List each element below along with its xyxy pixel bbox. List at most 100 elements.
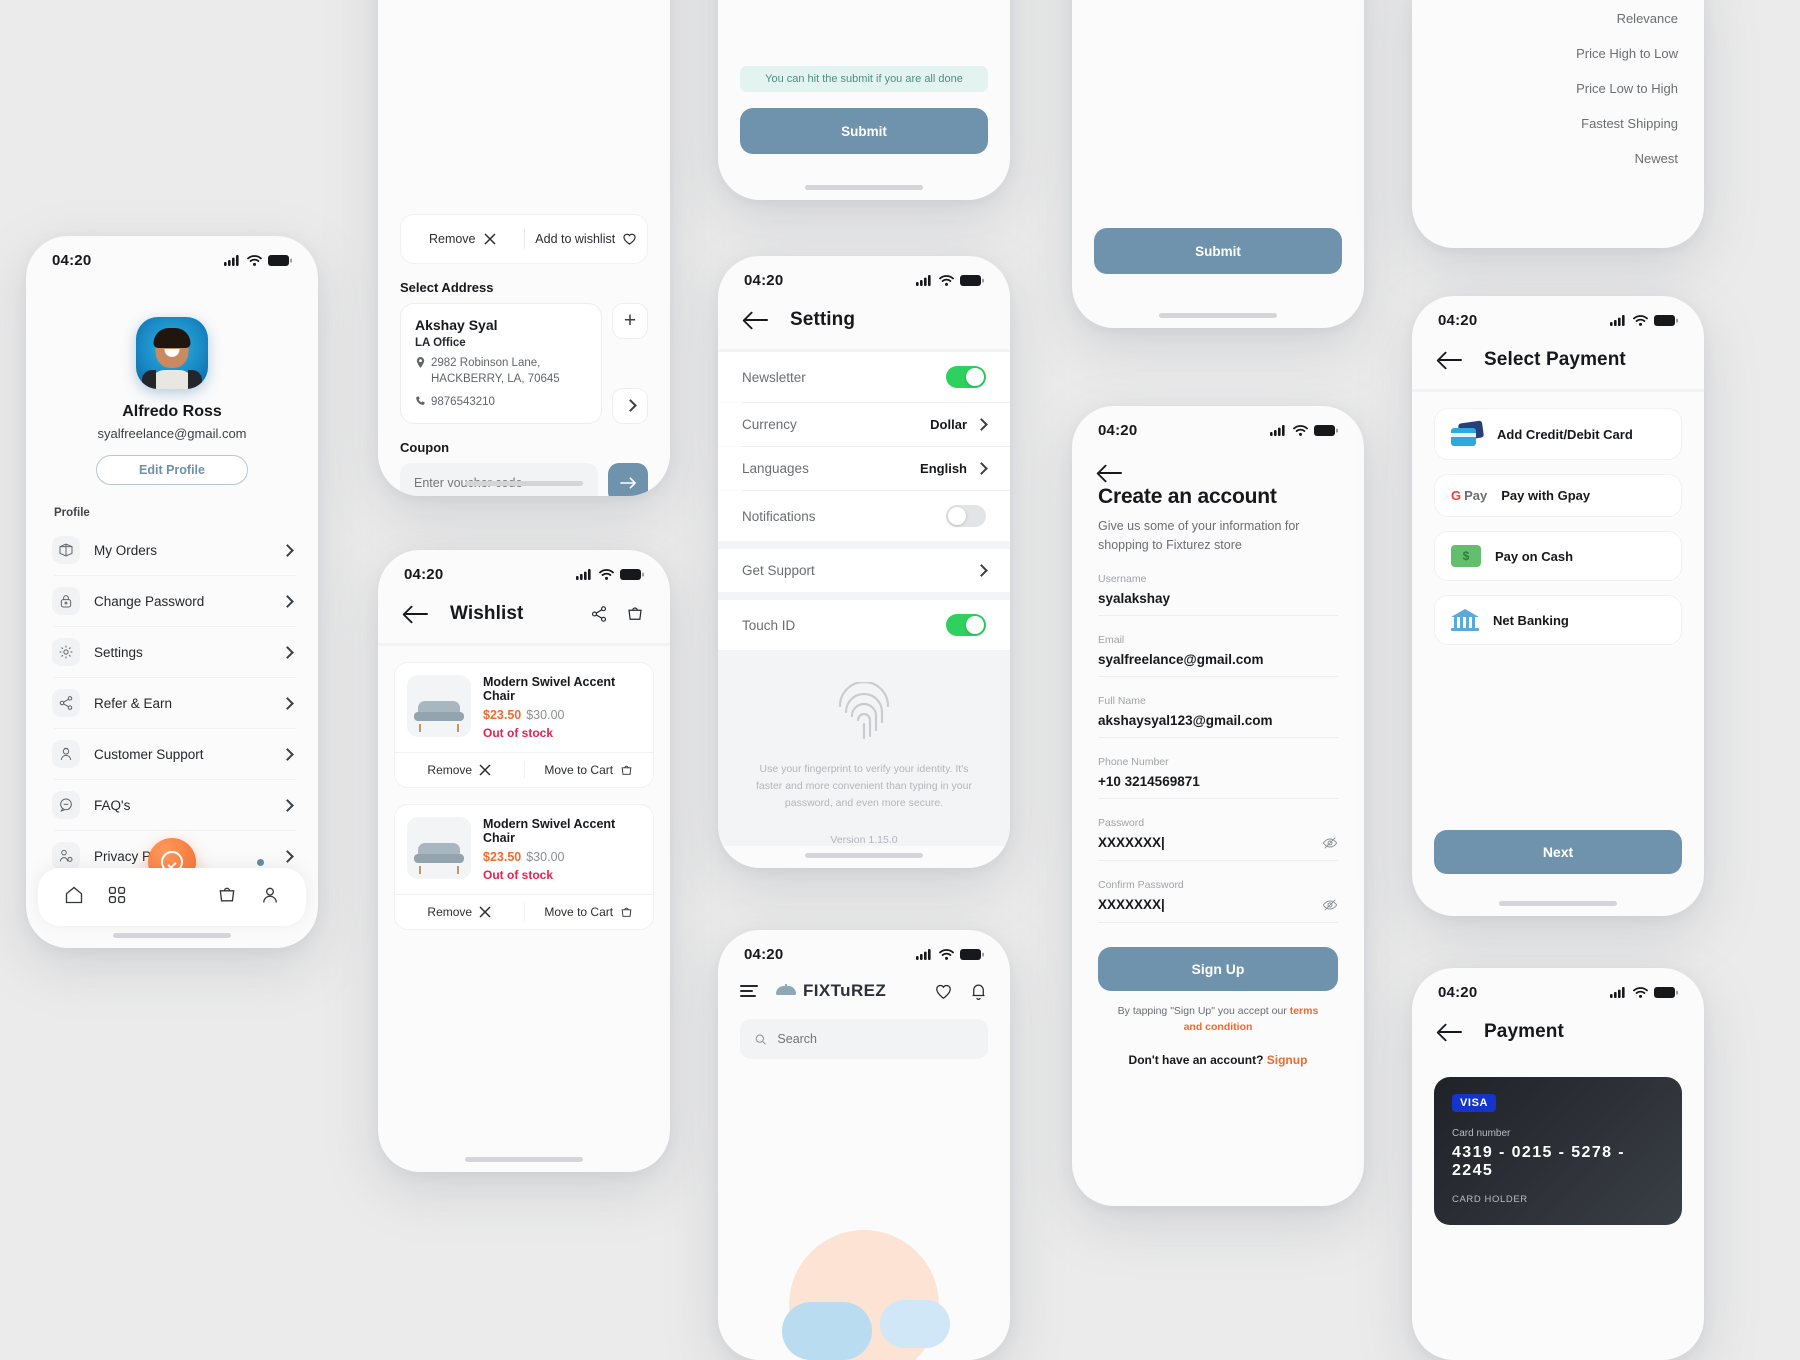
wifi-icon (1633, 315, 1648, 326)
setting-row-currency[interactable]: Currency Dollar (718, 403, 1010, 446)
search-box[interactable] (740, 1019, 988, 1059)
back-button[interactable] (1438, 350, 1464, 370)
tab-indicator-dot (257, 859, 264, 866)
search-input[interactable] (777, 1032, 974, 1046)
back-button[interactable] (1438, 1022, 1464, 1042)
profile-item-change-password[interactable]: Change Password (26, 576, 318, 626)
move-to-cart-button[interactable]: Move to Cart (525, 895, 654, 929)
setting-row-touch-id[interactable]: Touch ID (718, 600, 1010, 650)
headset-icon (60, 747, 72, 761)
status-icons (916, 949, 984, 960)
wishlist-list: Modern Swivel Accent Chair $23.50 $30.00 Ou… (378, 646, 670, 930)
apply-coupon-button[interactable] (608, 462, 648, 496)
payment-method-add-credit-debit-card[interactable]: Add Credit/Debit Card (1434, 408, 1682, 460)
move-to-cart-button[interactable]: Move to Cart (525, 753, 654, 787)
profile-item-my-orders[interactable]: My Orders (26, 525, 318, 575)
sort-option-fastest-shipping[interactable]: Fastest Shipping (1412, 96, 1704, 131)
product-price: $23.50 $30.00 (483, 850, 565, 864)
status-icons (1610, 315, 1678, 326)
field-value[interactable]: XXXXXXX| (1098, 897, 1322, 912)
status-bar: 04:20 (1072, 406, 1364, 445)
cart-item-actions: Remove Add to wishlist (401, 215, 647, 263)
status-time: 04:20 (1438, 312, 1478, 329)
status-bar: 04:20 (718, 930, 1010, 969)
payment-method-pay-with-gpay[interactable]: G Pay Pay with Gpay (1434, 474, 1682, 517)
search-icon (755, 1034, 766, 1045)
back-button[interactable] (744, 310, 770, 330)
setting-group-gap (718, 592, 1010, 600)
field-value[interactable]: +10 3214569871 (1098, 774, 1338, 789)
sort-option-price-high-to-low[interactable]: Price High to Low (1412, 26, 1704, 61)
product-price: $23.50 $30.00 (483, 708, 565, 722)
field-confirm-password[interactable]: Confirm Password XXXXXXX| (1072, 879, 1364, 923)
setting-row-get-support[interactable]: Get Support (718, 549, 1010, 592)
back-button[interactable] (404, 604, 430, 624)
profile-email: syalfreelance@gmail.com (97, 426, 247, 441)
eye-off-icon[interactable] (1322, 835, 1338, 851)
profile-item-customer-support[interactable]: Customer Support (26, 729, 318, 779)
field-phone-number[interactable]: Phone Number +10 3214569871 (1072, 756, 1364, 799)
lock-icon-wrap (52, 587, 80, 615)
remove-button[interactable]: Remove (401, 232, 524, 246)
wishlist-item[interactable]: Modern Swivel Accent Chair $23.50 $30.00 Ou… (394, 804, 654, 930)
sort-option-price-low-to-high[interactable]: Price Low to High (1412, 61, 1704, 96)
screen-feedback: Submit (1072, 0, 1364, 328)
submit-button[interactable]: Submit (1094, 228, 1342, 274)
payment-method-label: Add Credit/Debit Card (1497, 426, 1633, 442)
field-value[interactable]: syalfreelance@gmail.com (1098, 652, 1338, 667)
setting-row-languages[interactable]: Languages English (718, 447, 1010, 490)
sign-up-button[interactable]: Sign Up (1098, 946, 1338, 991)
field-email[interactable]: Email syalfreelance@gmail.com (1072, 634, 1364, 677)
address-card[interactable]: Akshay Syal LA Office 2982 Robinson Lane… (400, 303, 602, 424)
field-full-name[interactable]: Full Name akshaysyal123@gmail.com (1072, 695, 1364, 738)
add-address-button[interactable]: + (612, 303, 648, 339)
tab-cart[interactable] (217, 885, 237, 910)
home-indicator (465, 1157, 583, 1162)
address-street-row: 2982 Robinson Lane, HACKBERRY, LA, 70645 (415, 355, 587, 388)
profile-item-label: Settings (94, 644, 143, 660)
edit-profile-button[interactable]: Edit Profile (96, 455, 248, 485)
eye-off-icon[interactable] (1322, 897, 1338, 913)
home-actions (934, 982, 988, 1001)
wishlist-appbar: Wishlist (378, 589, 670, 643)
field-value[interactable]: akshaysyal123@gmail.com (1098, 713, 1338, 728)
sort-option-newest[interactable]: Newest (1412, 131, 1704, 166)
menu-icon[interactable] (740, 982, 758, 1000)
setting-value: Dollar (930, 417, 967, 432)
next-address-button[interactable] (612, 387, 648, 424)
profile-item-refer-earn[interactable]: Refer & Earn (26, 678, 318, 728)
setting-row-notifications[interactable]: Notifications (718, 491, 1010, 541)
remove-button[interactable]: Remove (395, 895, 524, 929)
submit-button[interactable]: Submit (740, 108, 988, 154)
page-title: Select Payment (1484, 349, 1626, 370)
tab-home[interactable] (64, 885, 84, 910)
gear-icon-wrap (52, 638, 80, 666)
wishlist-item[interactable]: Modern Swivel Accent Chair $23.50 $30.00 Ou… (394, 662, 654, 788)
user-check-icon (59, 849, 73, 862)
profile-name: Alfredo Ross (122, 403, 222, 420)
payment-method-net-banking[interactable]: Net Banking (1434, 595, 1682, 645)
profile-item-settings[interactable]: Settings (26, 627, 318, 677)
remove-button[interactable]: Remove (395, 753, 524, 787)
close-icon (483, 233, 496, 245)
profile-item-faq-s[interactable]: FAQ's (26, 780, 318, 830)
field-value[interactable]: XXXXXXX| (1098, 835, 1322, 850)
coupon-input[interactable] (400, 462, 598, 496)
tab-categories[interactable] (107, 885, 127, 910)
stock-status: Out of stock (483, 726, 554, 740)
field-value[interactable]: syalakshay (1098, 591, 1338, 606)
toggle-switch[interactable] (946, 505, 986, 527)
brand-name: FIXTuREZ (803, 981, 887, 1000)
add-to-wishlist-button[interactable]: Add to wishlist (525, 232, 648, 246)
page-subtitle: Give us some of your information for sho… (1098, 519, 1300, 552)
toggle-switch[interactable] (946, 614, 986, 636)
sort-option-relevance[interactable]: Relevance (1412, 0, 1704, 26)
setting-row-newsletter[interactable]: Newsletter (718, 352, 1010, 402)
tab-profile[interactable] (260, 885, 280, 910)
payment-method-pay-on-cash[interactable]: Pay on Cash (1434, 531, 1682, 581)
toggle-switch[interactable] (946, 366, 986, 388)
next-button[interactable]: Next (1434, 830, 1682, 874)
field-password[interactable]: Password XXXXXXX| (1072, 817, 1364, 861)
field-username[interactable]: Username syalakshay (1072, 573, 1364, 616)
signup-link[interactable]: Signup (1267, 1053, 1308, 1067)
